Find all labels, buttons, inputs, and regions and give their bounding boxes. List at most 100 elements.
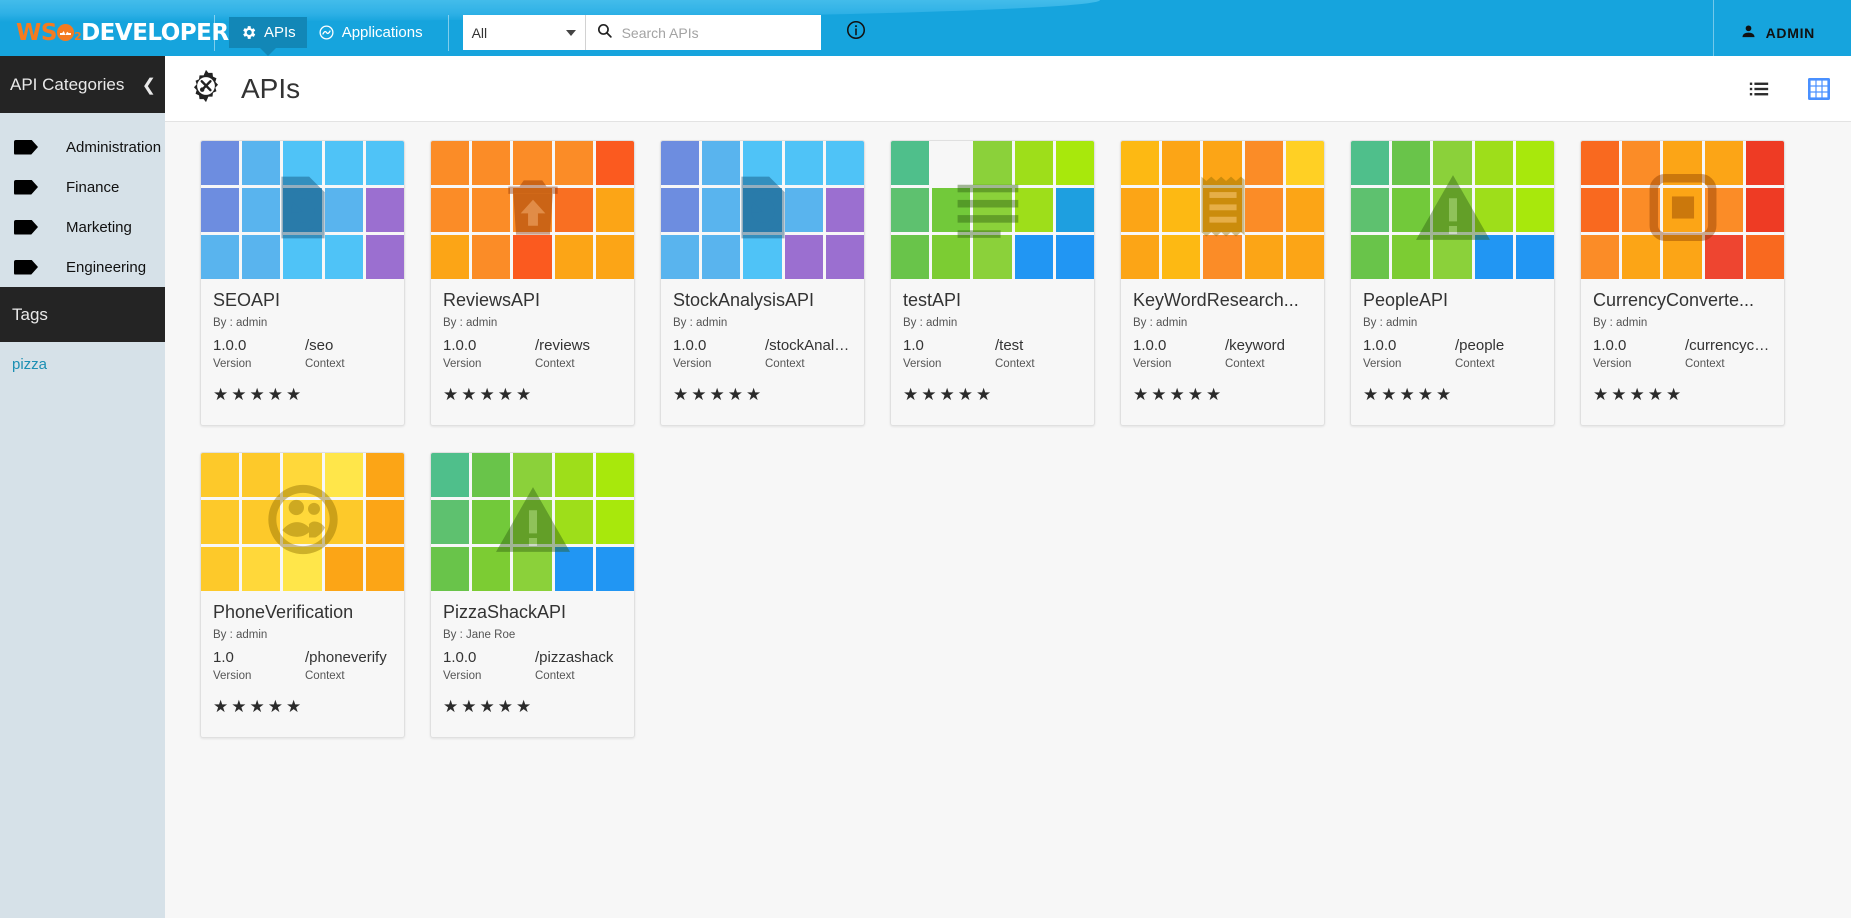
api-rating[interactable]: ★★★★★ xyxy=(201,370,404,425)
api-rating[interactable]: ★★★★★ xyxy=(201,682,404,737)
api-version-label: Version xyxy=(443,670,535,682)
api-card[interactable]: StockAnalysisAPIBy : admin1.0.0Version/s… xyxy=(660,140,865,426)
mosaic-tile xyxy=(1121,188,1159,232)
mosaic-tile xyxy=(1746,235,1784,279)
nav-tab-applications[interactable]: Applications xyxy=(307,17,434,48)
api-version-value: 1.0.0 xyxy=(443,337,535,354)
api-card[interactable]: CurrencyConverte...By : admin1.0.0Versio… xyxy=(1580,140,1785,426)
search-input[interactable] xyxy=(622,25,811,41)
mosaic-tile xyxy=(1286,235,1324,279)
api-card-grid: SEOAPIBy : admin1.0.0Version/seoContext★… xyxy=(165,122,1851,738)
api-context-column: /phoneverifyContext xyxy=(305,649,392,682)
api-card[interactable]: testAPIBy : admin1.0Version/testContext★… xyxy=(890,140,1095,426)
api-rating[interactable]: ★★★★★ xyxy=(1121,370,1324,425)
mosaic-tile xyxy=(1286,141,1324,185)
mosaic-tile xyxy=(366,235,404,279)
api-meta-row: 1.0.0Version/stockAnalysisContext xyxy=(673,337,852,370)
api-context-label: Context xyxy=(535,358,622,370)
api-rating[interactable]: ★★★★★ xyxy=(431,682,634,737)
chevron-left-icon[interactable]: ❮ xyxy=(142,76,156,93)
api-meta-row: 1.0 Version/phoneverifyContext xyxy=(213,649,392,682)
api-version-value: 1.0.0 xyxy=(213,337,305,354)
api-name: SEOAPI xyxy=(213,290,392,311)
mosaic-tile xyxy=(826,235,864,279)
warning-triangle-icon xyxy=(1408,171,1498,250)
api-version-column: 1.0Version xyxy=(903,337,995,370)
api-card[interactable]: KeyWordResearch...By : admin1.0.0Version… xyxy=(1120,140,1325,426)
mosaic-tile xyxy=(201,141,239,185)
grid-icon[interactable] xyxy=(1807,77,1831,101)
api-name: PizzaShackAPI xyxy=(443,602,622,623)
mosaic-tile xyxy=(431,453,469,497)
sidebar-categories-title: API Categories xyxy=(10,75,124,95)
mosaic-tile xyxy=(596,547,634,591)
api-card-body: CurrencyConverte...By : admin1.0.0Versio… xyxy=(1581,279,1784,370)
api-card[interactable]: PhoneVerificationBy : admin1.0Version/ph… xyxy=(200,452,405,738)
api-card[interactable]: PeopleAPIBy : admin1.0.0Version/peopleCo… xyxy=(1350,140,1555,426)
api-context-value: /seo xyxy=(305,337,392,354)
api-provider: By : admin xyxy=(1593,317,1772,329)
api-card[interactable]: PizzaShackAPIBy : Jane Roe1.0.0Version/p… xyxy=(430,452,635,738)
api-card[interactable]: ReviewsAPIBy : admin1.0.0Version/reviews… xyxy=(430,140,635,426)
mosaic-tile xyxy=(1581,141,1619,185)
api-provider: By : admin xyxy=(903,317,1082,329)
sidebar-item-finance[interactable]: Finance xyxy=(0,167,165,207)
mosaic-tile xyxy=(1351,141,1389,185)
api-context-label: Context xyxy=(1225,358,1312,370)
api-context-column: /reviewsContext xyxy=(535,337,622,370)
sidebar-item-marketing[interactable]: Marketing xyxy=(0,207,165,247)
api-context-column: /keyword Context xyxy=(1225,337,1312,370)
mosaic-tile xyxy=(201,500,239,544)
sidebar-item-label: Administration xyxy=(66,139,161,156)
nav-tab-apis[interactable]: APIs xyxy=(229,17,307,48)
api-rating[interactable]: ★★★★★ xyxy=(1351,370,1554,425)
list-icon[interactable] xyxy=(1748,78,1770,100)
page-refresh-icon xyxy=(266,171,340,250)
main-content: APIs xyxy=(165,56,1851,918)
warning-triangle-icon xyxy=(488,483,578,562)
page-refresh-icon xyxy=(726,171,800,250)
api-version-label: Version xyxy=(213,670,305,682)
api-version-column: 1.0 Version xyxy=(213,649,305,682)
api-context-column: /currencyconv...Context xyxy=(1685,337,1772,370)
api-rating[interactable]: ★★★★★ xyxy=(891,370,1094,425)
logo-pulse-circle-icon xyxy=(57,24,74,41)
user-menu[interactable]: ADMIN xyxy=(1713,0,1851,65)
api-meta-row: 1.0Version/testContext xyxy=(903,337,1082,370)
api-context-column: /seoContext xyxy=(305,337,392,370)
wso2-logo[interactable]: WS2 DEVELOPER PORTAL xyxy=(0,20,200,46)
sidebar: API Categories ❮ Administration FinanceMa… xyxy=(0,56,165,918)
api-context-value: /keyword xyxy=(1225,337,1312,354)
api-version-value: 1.0 xyxy=(213,649,305,666)
mosaic-tile xyxy=(1581,188,1619,232)
api-rating[interactable]: ★★★★★ xyxy=(1581,370,1784,425)
mosaic-tile xyxy=(1516,235,1554,279)
search-container[interactable] xyxy=(585,15,821,50)
lines-icon xyxy=(950,177,1036,244)
sidebar-tags-header: Tags xyxy=(0,287,165,342)
api-card-body: PizzaShackAPIBy : Jane Roe1.0.0Version/p… xyxy=(431,591,634,682)
api-context-value: /currencyconv... xyxy=(1685,337,1772,354)
sidebar-item-engineering[interactable]: Engineering xyxy=(0,247,165,287)
search-filter-select[interactable]: All xyxy=(463,15,585,50)
mosaic-tile xyxy=(661,188,699,232)
api-context-column: /peopleContext xyxy=(1455,337,1542,370)
gear-icon xyxy=(240,24,257,41)
api-card[interactable]: SEOAPIBy : admin1.0.0Version/seoContext★… xyxy=(200,140,405,426)
mosaic-tile xyxy=(826,141,864,185)
api-rating[interactable]: ★★★★★ xyxy=(661,370,864,425)
api-rating[interactable]: ★★★★★ xyxy=(431,370,634,425)
tag-icon xyxy=(14,140,38,155)
rounded-square-icon xyxy=(1642,169,1724,252)
sidebar-tag-pizza[interactable]: pizza xyxy=(12,356,47,373)
api-version-label: Version xyxy=(1133,358,1225,370)
api-version-column: 1.0.0Version xyxy=(1363,337,1455,370)
mosaic-tile xyxy=(1516,141,1554,185)
sidebar-item-administration[interactable]: Administration xyxy=(0,127,165,167)
mosaic-tile xyxy=(1581,235,1619,279)
mosaic-tile xyxy=(431,188,469,232)
api-version-label: Version xyxy=(1363,358,1455,370)
info-button[interactable] xyxy=(845,19,867,46)
api-meta-row: 1.0.0Version/peopleContext xyxy=(1363,337,1542,370)
chevron-down-icon xyxy=(566,30,576,36)
